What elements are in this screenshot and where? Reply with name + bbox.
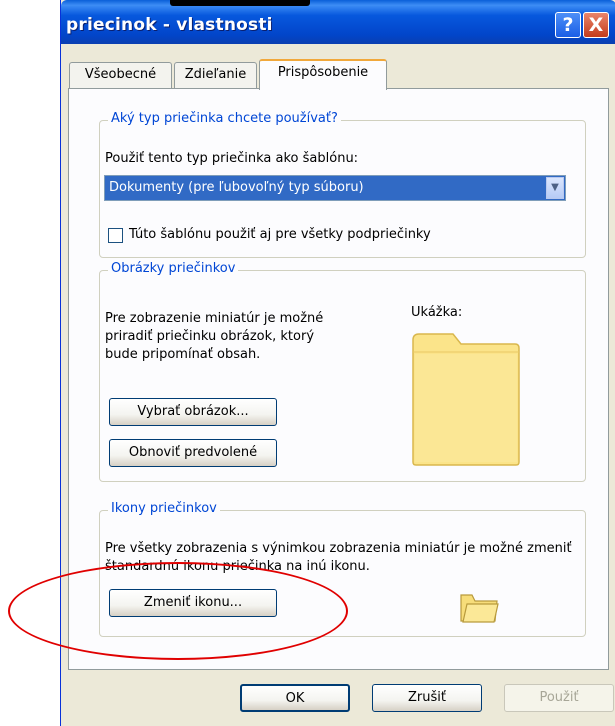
tab-panel-customize: Aký typ priečinka chcete používať? Použi…	[68, 88, 609, 670]
subfolders-checkbox[interactable]	[108, 228, 123, 243]
preview-label: Ukážka:	[411, 305, 463, 320]
top-edge-artifact	[170, 0, 310, 6]
cancel-button[interactable]: Zrušiť	[372, 684, 482, 712]
template-label: Použiť tento typ priečinka ako šablónu:	[105, 151, 359, 166]
tab-sharing[interactable]: Zdieľanie	[174, 62, 257, 88]
chevron-down-icon[interactable]: ▼	[546, 177, 564, 199]
folder-pictures-legend: Obrázky priečinkov	[108, 261, 239, 276]
folder-icon	[460, 594, 499, 623]
template-select-value: Dokumenty (pre ľubovoľný typ súboru)	[109, 180, 364, 195]
folder-pictures-description: Pre zobrazenie miniatúr je možné priradi…	[105, 311, 324, 362]
close-icon[interactable]: X	[583, 12, 609, 38]
folder-preview-icon	[412, 333, 520, 466]
choose-picture-button[interactable]: Vybrať obrázok...	[109, 398, 277, 426]
tab-general[interactable]: Všeobecné	[69, 62, 172, 88]
properties-window: priecinok - vlastnosti ? X Všeobecné Zdi…	[60, 0, 615, 726]
title-bar[interactable]: priecinok - vlastnosti ? X	[61, 0, 615, 44]
subfolders-checkbox-label[interactable]: Túto šablónu použiť aj pre všetky podpri…	[129, 227, 431, 242]
tab-strip: Všeobecné Zdieľanie Prispôsobenie	[61, 59, 615, 90]
folder-type-legend: Aký typ priečinka chcete používať?	[108, 111, 341, 126]
template-select[interactable]: Dokumenty (pre ľubovoľný typ súboru) ▼	[104, 175, 566, 201]
window-title: priecinok - vlastnosti	[66, 15, 273, 35]
ok-button[interactable]: OK	[240, 684, 350, 712]
restore-default-button[interactable]: Obnoviť predvolené	[109, 439, 277, 467]
help-icon[interactable]: ?	[555, 12, 581, 38]
folder-icons-legend: Ikony priečinkov	[108, 501, 220, 516]
apply-button[interactable]: Použiť	[504, 684, 614, 712]
tab-customize[interactable]: Prispôsobenie	[259, 59, 387, 90]
folder-icons-description: Pre všetky zobrazenia s výnimkou zobraze…	[105, 541, 572, 574]
change-icon-button[interactable]: Zmeniť ikonu...	[109, 589, 277, 617]
